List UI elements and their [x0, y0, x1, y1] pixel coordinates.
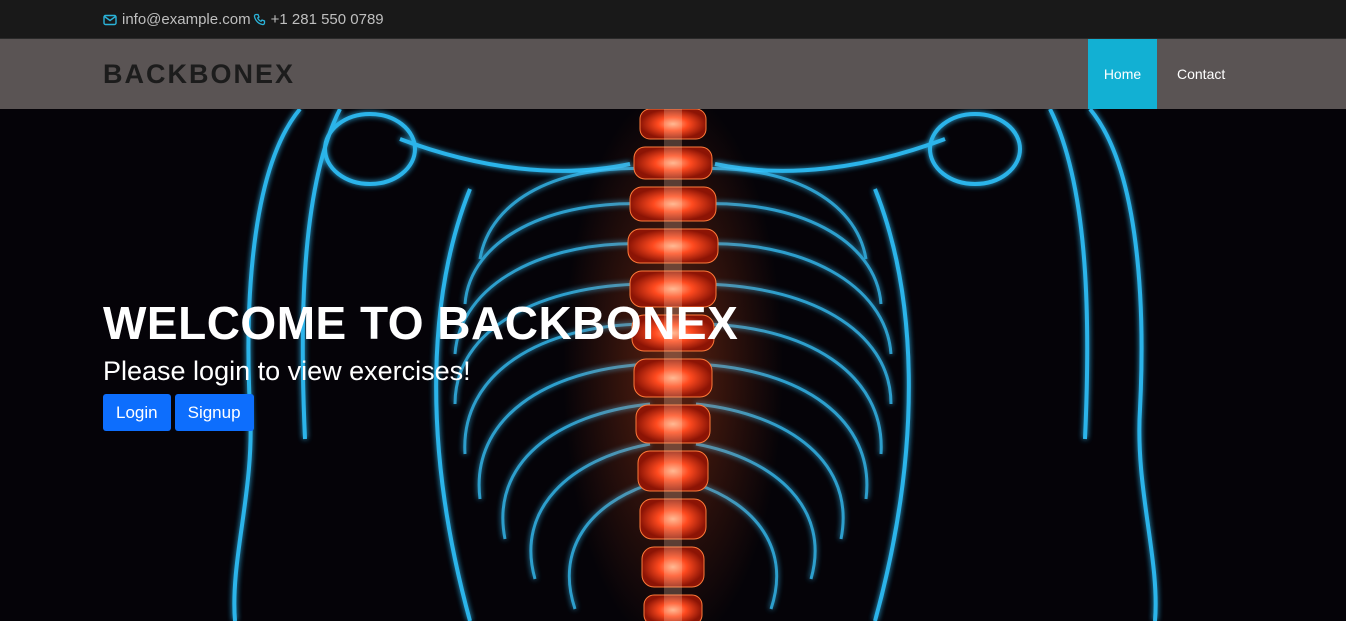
- phone-icon: [253, 13, 266, 26]
- email-text: info@example.com: [122, 11, 251, 28]
- hero-subtitle: Please login to view exercises!: [103, 356, 471, 386]
- hero-title: WELCOME TO BACKBONEX: [103, 297, 739, 349]
- top-contact-bar: info@example.com +1 281 550 0789: [0, 0, 1346, 39]
- contact-info: info@example.com +1 281 550 0789: [103, 0, 384, 39]
- login-button[interactable]: Login: [103, 394, 171, 431]
- brand-logo[interactable]: BACKBONEX: [103, 39, 295, 109]
- nav-links: Home Contact: [1088, 39, 1245, 109]
- email-item[interactable]: info@example.com: [103, 11, 251, 28]
- nav-home-link[interactable]: Home: [1088, 39, 1157, 109]
- phone-item[interactable]: +1 281 550 0789: [253, 11, 384, 28]
- hero-content: WELCOME TO BACKBONEX Please login to vie…: [103, 297, 738, 431]
- main-navbar: BACKBONEX Home Contact: [0, 39, 1346, 109]
- auth-buttons: Login Signup: [103, 394, 738, 431]
- phone-text: +1 281 550 0789: [270, 11, 384, 28]
- envelope-icon: [103, 14, 117, 26]
- signup-button[interactable]: Signup: [174, 394, 254, 431]
- hero-section: WELCOME TO BACKBONEX Please login to vie…: [0, 109, 1346, 621]
- nav-contact-link[interactable]: Contact: [1157, 39, 1245, 109]
